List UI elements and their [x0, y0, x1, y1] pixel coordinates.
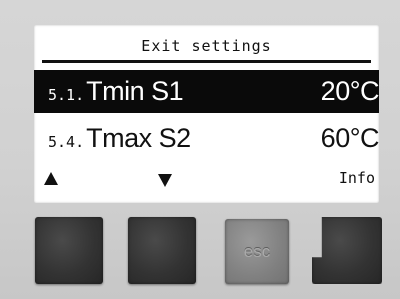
menu-row-name: Tmin S1 — [86, 76, 184, 106]
menu-row-index: 5.1. — [48, 86, 85, 104]
title-divider — [42, 60, 371, 63]
lcd-display: Exit settings 5.1. Tmin S1 20°C 5.4. Tma… — [34, 25, 379, 203]
info-button[interactable] — [312, 217, 382, 284]
menu-row-value: 60°C — [320, 123, 379, 153]
up-button[interactable] — [35, 217, 103, 284]
menu-row-tmax-s2[interactable]: 5.4. Tmax S2 60°C — [34, 117, 379, 160]
esc-button-label: esc — [243, 241, 271, 261]
down-button[interactable] — [128, 217, 196, 284]
info-softkey-label: Info — [338, 169, 375, 187]
softkey-bar: Info — [34, 163, 379, 199]
menu-row-tmin-s1[interactable]: 5.1. Tmin S1 20°C — [34, 70, 379, 113]
menu-row-value: 20°C — [320, 76, 379, 106]
down-arrow-icon — [158, 174, 172, 187]
menu-row-label: 5.1. Tmin S1 — [48, 76, 184, 107]
menu-row-index: 5.4. — [48, 133, 85, 151]
menu-row-label: 5.4. Tmax S2 — [48, 123, 191, 154]
esc-button[interactable]: esc — [225, 219, 289, 284]
up-arrow-icon — [44, 172, 58, 185]
menu-row-name: Tmax S2 — [86, 123, 191, 153]
screen-title: Exit settings — [141, 37, 272, 55]
